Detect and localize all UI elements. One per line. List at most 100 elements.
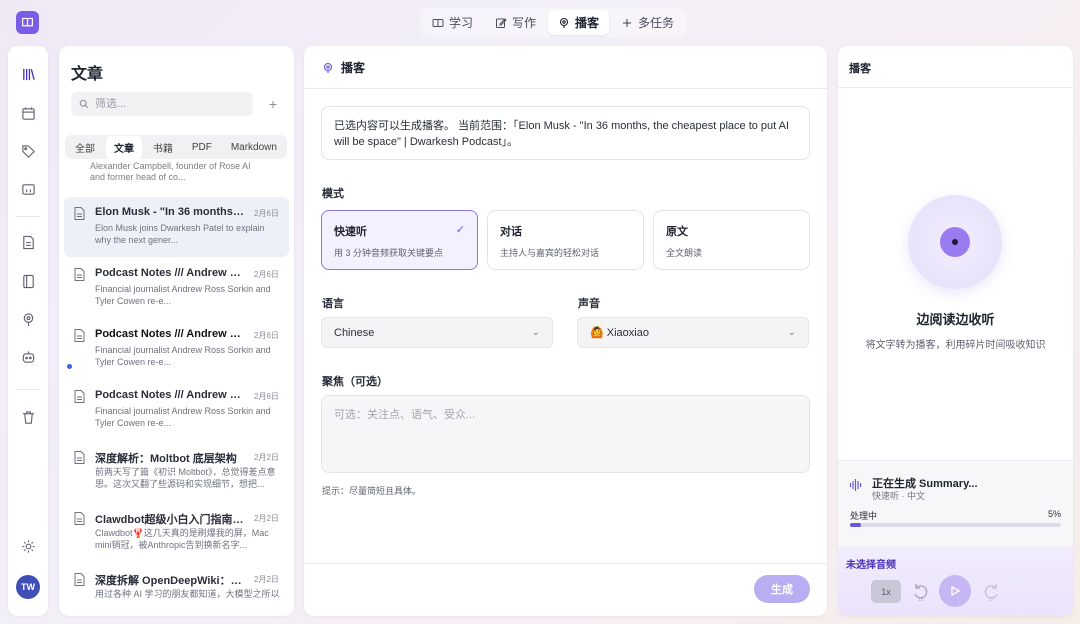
tag-icon[interactable] [18, 141, 38, 161]
generate-button[interactable]: 生成 [754, 575, 810, 603]
document-icon [74, 390, 85, 403]
speed-button[interactable]: 1x [871, 580, 901, 603]
list-item[interactable]: Podcast Notes /// Andrew Ro... 2月6日 Fina… [64, 258, 289, 318]
rewind-seconds: 15 [918, 597, 924, 602]
podcast-icon[interactable] [18, 309, 38, 329]
now-playing-label: 未选择音频 [846, 560, 896, 571]
forward-button[interactable]: 15 [982, 582, 1000, 603]
language-select[interactable]: Chinese ⌄ [321, 317, 553, 348]
empty-state-subtitle: 将文字转为播客，利用碎片时间吸收知识 [865, 340, 1046, 351]
rail-divider [16, 389, 40, 390]
generation-subtitle: 快速听 · 中文 [872, 491, 925, 501]
forward-icon: 15 [984, 584, 998, 603]
panel-title: 播客 [341, 61, 366, 75]
item-excerpt: Financial journalist Andrew Ross Sorkin … [95, 345, 271, 367]
list-item[interactable]: Podcast Notes /// Andrew Ro... 2月6日 Fina… [64, 380, 289, 440]
progress-label: 处理中 [850, 511, 878, 521]
filter-articles[interactable]: 文章 [105, 135, 142, 159]
list-item[interactable]: 深度拆解 OpenDeepWiki：如... 2月2日 用过各种 AI 学习的朋… [64, 563, 289, 616]
document-icon[interactable] [18, 232, 38, 252]
item-date: 2月2日 [254, 514, 279, 523]
panel-header: 播客 [322, 59, 365, 76]
tab-write[interactable]: 写作 [485, 10, 546, 35]
pen-icon [496, 17, 507, 28]
settings-sun-icon[interactable] [18, 536, 38, 556]
mode-desc: 用 3 分钟音频获取关键要点 [334, 248, 444, 258]
calendar-grid-icon[interactable] [18, 179, 38, 199]
article-list-panel: 文章 + 全部 文章 书籍 PDF Markdown Alexander Cam… [59, 46, 294, 616]
robot-icon[interactable] [18, 347, 38, 367]
plus-icon [623, 18, 632, 27]
tab-podcast[interactable]: 播客 [548, 10, 610, 35]
mode-title: 对话 [500, 226, 522, 238]
item-title: Podcast Notes /// Andrew R... [95, 328, 245, 340]
item-title: Podcast Notes /// Andrew Ro... [95, 267, 245, 279]
filter-pdf[interactable]: PDF [184, 138, 220, 157]
progress-fill [850, 523, 861, 527]
voice-label: 声音 [578, 298, 600, 310]
tab-learn[interactable]: 学习 [422, 10, 483, 35]
book-icon [432, 18, 444, 27]
tab-label: 播客 [575, 16, 600, 30]
list-item-excerpt: Alexander Campbell, founder of Rose AI a… [90, 161, 251, 182]
item-excerpt: 前两天写了篇《初识 Moltbot》，总觉得差点意思。这次又翻了些源码和实现细节… [95, 467, 276, 489]
filter-books[interactable]: 书籍 [145, 136, 181, 159]
item-date: 2月6日 [254, 331, 279, 340]
item-excerpt: Financial journalist Andrew Ross Sorkin … [95, 284, 271, 306]
search-icon [79, 99, 89, 109]
audio-wave-icon [849, 479, 862, 491]
panel-title: 播客 [849, 63, 871, 75]
mode-card-quick[interactable]: 快速听 用 3 分钟音频获取关键要点 ✓ [321, 210, 478, 270]
document-icon [74, 512, 85, 525]
trash-icon[interactable] [18, 407, 38, 427]
filter-all[interactable]: 全部 [67, 136, 103, 159]
item-title: Clawdbot超级小白入门指南，... [95, 514, 245, 526]
rail-divider [16, 216, 40, 217]
rewind-button[interactable]: 15 [912, 582, 930, 603]
check-icon: ✓ [455, 224, 465, 236]
avatar[interactable]: TW [16, 575, 40, 599]
item-excerpt: Elon Musk joins Dwarkesh Patel to explai… [95, 223, 265, 245]
item-excerpt: Clawdbot🦞这几天真的是刷爆我的屏，Mac mini销冠，被Anthrop… [95, 528, 269, 550]
play-button[interactable] [939, 575, 971, 607]
focus-input[interactable] [321, 395, 810, 473]
mode-title: 快速听 [334, 226, 367, 238]
progress-bar [850, 523, 1061, 527]
book-icon[interactable] [18, 271, 38, 291]
scope-info: 已选内容可以生成播客。 当前范围：「Elon Musk - "In 36 mon… [321, 106, 810, 160]
calendar-icon[interactable] [18, 103, 38, 123]
voice-select[interactable]: 🙆 Xiaoxiao ⌄ [577, 317, 809, 348]
open-book-icon [22, 17, 33, 27]
language-label: 语言 [322, 298, 344, 310]
item-date: 2月6日 [254, 270, 279, 279]
mode-label: 模式 [322, 188, 344, 200]
add-article-button[interactable]: + [263, 94, 283, 114]
tab-label: 学习 [449, 16, 474, 30]
mode-card-original[interactable]: 原文 全文朗读 [653, 210, 810, 270]
library-icon[interactable] [18, 64, 38, 84]
search-input[interactable] [95, 98, 245, 110]
item-date: 2月2日 [254, 453, 279, 462]
document-icon [74, 573, 85, 586]
item-title: 深度拆解 OpenDeepWiki：如... [95, 575, 245, 587]
list-item[interactable]: 深度解析：Moltbot 底层架构 2月2日 前两天写了篇《初识 Moltbot… [64, 441, 289, 501]
list-item[interactable]: Clawdbot超级小白入门指南，... 2月2日 Clawdbot🦞这几天真的… [64, 502, 289, 562]
tab-multitask[interactable]: 多任务 [611, 10, 684, 35]
item-excerpt: 用过各种 AI 学习的朋友都知道，大模型之所以 [95, 589, 280, 599]
progress-percent: 5% [1047, 509, 1061, 519]
list-item[interactable]: Elon Musk - "In 36 months, t... 2月6日 Elo… [64, 197, 289, 257]
filter-markdown[interactable]: Markdown [223, 138, 285, 157]
empty-state-title: 边阅读边收听 [916, 312, 995, 327]
top-bar: 学习 写作 播客 多任务 [0, 0, 1080, 46]
app-logo-button[interactable] [16, 11, 39, 34]
document-icon [74, 207, 85, 220]
mode-title: 原文 [666, 226, 688, 238]
podcast-form-panel: 播客 已选内容可以生成播客。 当前范围：「Elon Musk - "In 36 … [304, 46, 827, 616]
tab-label: 写作 [512, 16, 537, 30]
mode-tabs: 学习 写作 播客 多任务 [420, 8, 687, 37]
item-title: 深度解析：Moltbot 底层架构 [95, 453, 237, 465]
mode-card-dialog[interactable]: 对话 主持人与嘉宾的轻松对话 [487, 210, 644, 270]
list-item[interactable]: Podcast Notes /// Andrew R... 2月6日 Finan… [64, 319, 289, 379]
left-rail: TW [8, 46, 48, 616]
filter-search[interactable] [71, 92, 253, 116]
